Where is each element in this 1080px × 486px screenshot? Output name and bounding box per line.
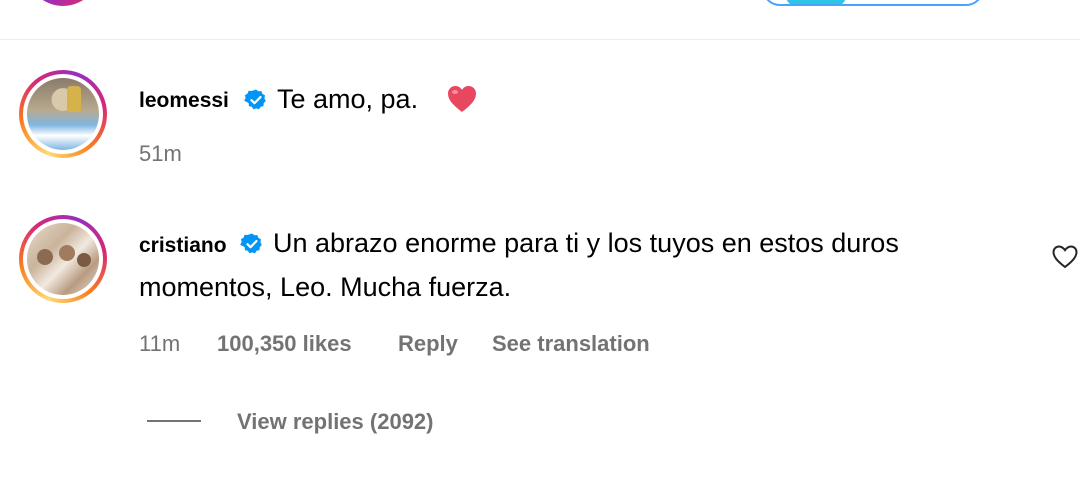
replies-divider-line bbox=[147, 420, 201, 422]
avatar-figure bbox=[77, 253, 91, 267]
avatar-cristiano[interactable] bbox=[19, 215, 107, 303]
username-cristiano[interactable]: cristiano bbox=[139, 234, 227, 258]
see-translation-button[interactable]: See translation bbox=[492, 331, 650, 357]
comment-text: Te amo, pa. bbox=[277, 84, 419, 114]
previous-action-button[interactable] bbox=[762, 0, 984, 6]
verified-badge-icon bbox=[240, 233, 262, 254]
avatar-figure bbox=[37, 249, 53, 265]
previous-button-fill bbox=[786, 0, 846, 4]
comment-time[interactable]: 11m bbox=[139, 331, 180, 357]
like-heart-icon[interactable] bbox=[1050, 242, 1080, 272]
comment-time[interactable]: 51m bbox=[139, 141, 182, 167]
divider bbox=[0, 39, 1080, 40]
heart-emoji-icon bbox=[448, 86, 476, 112]
likes-count[interactable]: 100,350 likes bbox=[217, 331, 352, 357]
username-leomessi[interactable]: leomessi bbox=[139, 89, 229, 113]
avatar-figure bbox=[59, 245, 75, 261]
comment-text-line2: momentos, Leo. Mucha fuerza. bbox=[139, 272, 512, 302]
trophy-shape bbox=[67, 86, 81, 112]
comment-text-line1: Un abrazo enorme para ti y los tuyos en … bbox=[273, 228, 899, 258]
avatar-leomessi[interactable] bbox=[19, 70, 107, 158]
avatar-image bbox=[27, 223, 99, 295]
view-replies-button[interactable]: View replies (2092) bbox=[237, 409, 434, 435]
previous-avatar[interactable] bbox=[26, 0, 100, 6]
avatar-image bbox=[27, 78, 99, 150]
verified-badge-icon bbox=[244, 89, 266, 110]
reply-button[interactable]: Reply bbox=[398, 331, 458, 357]
